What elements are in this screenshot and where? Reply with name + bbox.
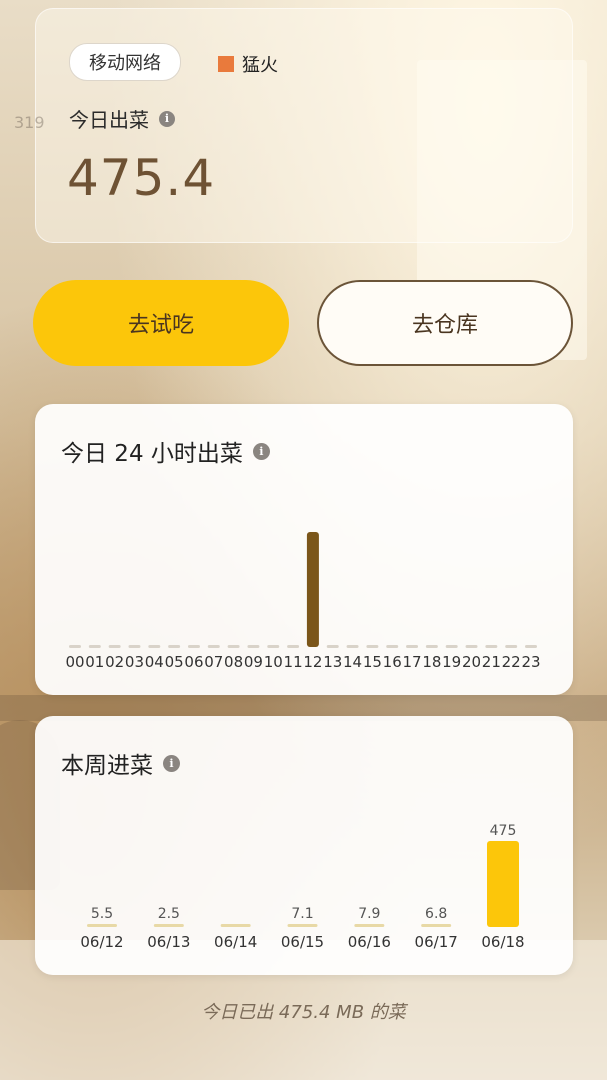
- fire-legend-label: 猛火: [242, 55, 278, 76]
- hour-bar: [69, 645, 81, 648]
- hour-bar: [128, 645, 141, 648]
- hour-tick-label: 17: [402, 653, 421, 671]
- hour-bar: [505, 645, 518, 648]
- hour-tick-label: 22: [502, 653, 521, 671]
- ghost-number: 319: [14, 113, 45, 132]
- hour-tick-label: 04: [145, 653, 164, 671]
- hour-bar: [406, 645, 419, 648]
- weekly-bar-chart: 5.5 06/12 2.5 06/13 06/14 7.1 06/15 7.9 06/16 6.8…: [80, 823, 524, 951]
- hour-tick-label: 09: [244, 653, 263, 671]
- hour-bar: [306, 532, 319, 647]
- hour-bar: [485, 645, 498, 648]
- week-value-label: 2.5: [158, 906, 180, 922]
- hour-bar: [386, 645, 399, 648]
- hour-tick-label: 00: [65, 653, 84, 671]
- week-bar: [220, 924, 251, 927]
- fire-swatch: [218, 56, 234, 72]
- week-bar: [153, 924, 184, 927]
- hour-bar: [227, 645, 240, 648]
- hour-tick-label: 06: [184, 653, 203, 671]
- hour-bar: [267, 645, 280, 648]
- weekly-chart-card: 本周进菜 i 5.5 06/12 2.5 06/13 06/14 7.1 06/15 7.9 0…: [35, 716, 573, 975]
- week-tick-label: 06/13: [147, 933, 190, 951]
- hour-bar: [148, 645, 161, 648]
- hour-tick-label: 10: [264, 653, 283, 671]
- hour-tick-label: 02: [105, 653, 124, 671]
- week-bar: [87, 924, 117, 927]
- hourly-bar-chart: 00 01 02 03 04 05 06 07 08 09 10 11 12 13 14 15 16 17 18 19…: [65, 532, 541, 671]
- week-bar: [421, 924, 452, 927]
- week-tick-label: 06/14: [214, 933, 257, 951]
- hour-bar: [425, 645, 438, 648]
- week-tick-label: 06/18: [481, 933, 524, 951]
- hour-bar: [88, 645, 101, 648]
- hour-tick-label: 01: [85, 653, 104, 671]
- hour-tick-label: 14: [343, 653, 362, 671]
- week-bar: [487, 841, 519, 927]
- week-value-label: 475: [490, 823, 517, 839]
- hour-bar: [326, 645, 339, 648]
- hour-tick-label: 21: [482, 653, 501, 671]
- today-title: 今日出菜: [69, 108, 149, 132]
- week-value-label: 5.5: [91, 906, 113, 922]
- info-icon[interactable]: i: [159, 110, 175, 127]
- week-bar: [287, 924, 318, 927]
- warehouse-button[interactable]: 去仓库: [317, 280, 573, 366]
- hour-bar: [525, 645, 537, 648]
- hour-tick-label: 15: [363, 653, 382, 671]
- hour-bar: [168, 645, 181, 648]
- hour-bar: [366, 645, 379, 648]
- week-tick-label: 06/17: [415, 933, 458, 951]
- today-summary-card: 移动网络 猛火 319 今日出菜 i 475.4: [14, 8, 573, 243]
- week-value-label: 6.8: [425, 906, 447, 922]
- week-value-label: 7.1: [291, 906, 313, 922]
- hour-tick-label: 20: [462, 653, 481, 671]
- footer-summary: 今日已出 475.4 MB 的菜: [201, 1002, 406, 1023]
- hour-tick-label: 16: [383, 653, 402, 671]
- today-value: 475.4: [67, 149, 216, 207]
- hour-bar: [346, 645, 359, 648]
- hour-bar: [187, 645, 200, 648]
- hour-tick-label: 19: [442, 653, 461, 671]
- hour-bar: [445, 645, 458, 648]
- hour-tick-label: 23: [521, 653, 540, 671]
- hour-tick-label: 08: [224, 653, 243, 671]
- week-bar: [354, 924, 385, 927]
- hourly-chart-card: 今日 24 小时出菜 i 00 01 02 03 04 05 06 07 08 09 10 11 12 1…: [35, 404, 573, 695]
- hour-tick-label: 11: [284, 653, 303, 671]
- hour-bar: [207, 645, 220, 648]
- week-tick-label: 06/16: [348, 933, 391, 951]
- try-button[interactable]: 去试吃: [33, 280, 289, 366]
- week-tick-label: 06/12: [80, 933, 123, 951]
- hour-bar: [465, 645, 478, 648]
- network-badge[interactable]: 移动网络: [69, 43, 181, 81]
- hour-tick-label: 13: [323, 653, 342, 671]
- today-title-row: 今日出菜 i: [69, 104, 175, 133]
- hour-bar: [108, 645, 121, 648]
- week-value-label: 7.9: [358, 906, 380, 922]
- hour-tick-label: 12: [303, 653, 322, 671]
- hour-tick-label: 07: [204, 653, 223, 671]
- hour-bar: [287, 645, 300, 648]
- hour-tick-label: 05: [165, 653, 184, 671]
- week-tick-label: 06/15: [281, 933, 324, 951]
- fire-legend: 猛火: [218, 51, 278, 77]
- hour-bar: [247, 645, 260, 648]
- hour-tick-label: 18: [422, 653, 441, 671]
- hour-tick-label: 03: [125, 653, 144, 671]
